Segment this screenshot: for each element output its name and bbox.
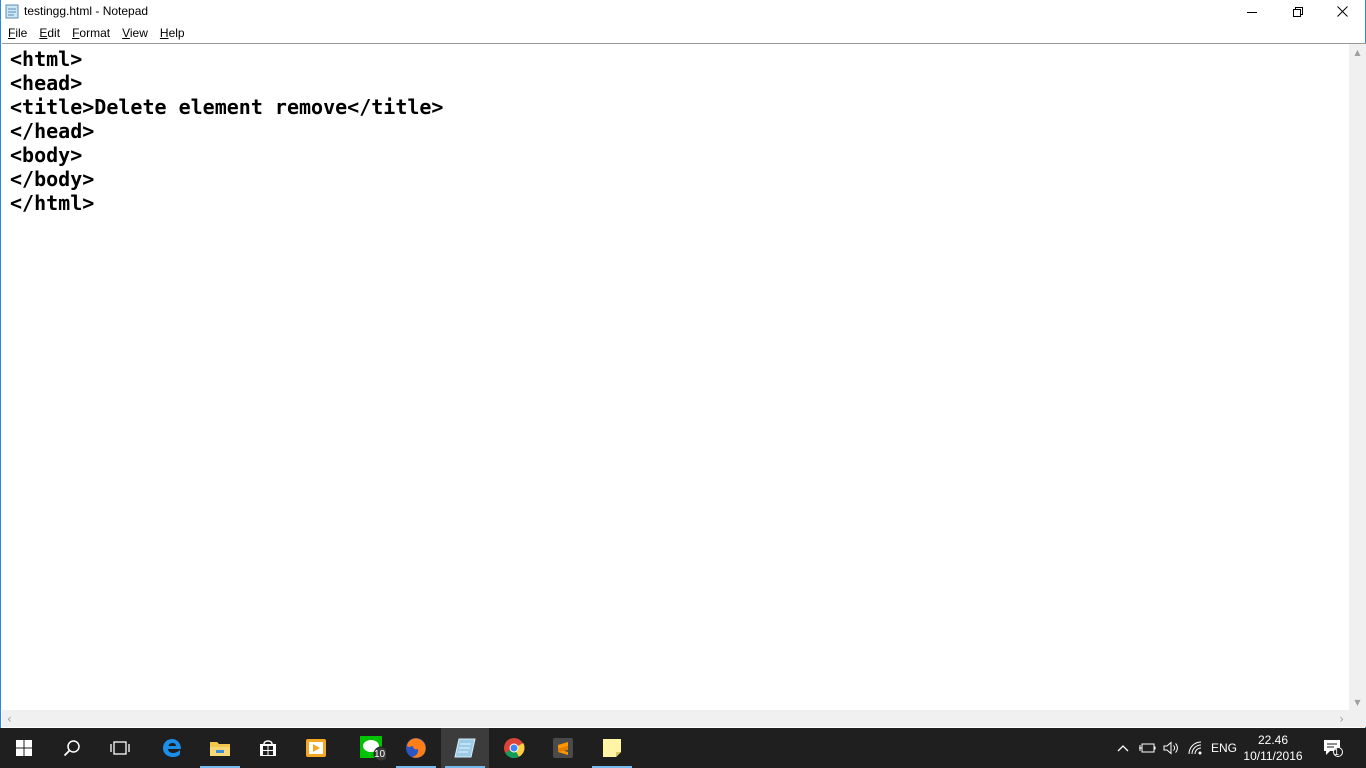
sublime-icon bbox=[553, 738, 573, 758]
power-button[interactable] bbox=[1136, 728, 1158, 768]
menu-view[interactable]: View bbox=[116, 24, 154, 42]
vertical-scrollbar[interactable]: ▲ ▼ bbox=[1349, 44, 1366, 711]
wifi-icon bbox=[1188, 741, 1202, 755]
file-explorer-button[interactable] bbox=[196, 728, 244, 768]
file-explorer-icon bbox=[210, 742, 230, 756]
search-icon bbox=[63, 740, 80, 757]
task-view-icon bbox=[110, 741, 130, 755]
window-title: testingg.html - Notepad bbox=[24, 4, 149, 18]
notepad-taskbar-button[interactable] bbox=[441, 728, 489, 768]
menu-file-label: ile bbox=[15, 26, 28, 40]
minimize-icon bbox=[1247, 11, 1257, 13]
menu-help[interactable]: Help bbox=[154, 24, 191, 42]
battery-plug-icon bbox=[1139, 743, 1156, 753]
media-player-button[interactable] bbox=[292, 728, 340, 768]
sticky-notes-button[interactable] bbox=[588, 728, 636, 768]
notification-count: 1 bbox=[1334, 747, 1340, 757]
notepad-icon bbox=[454, 738, 476, 758]
notepad-icon[interactable] bbox=[5, 4, 19, 19]
line-badge: 10 bbox=[374, 749, 386, 760]
show-hidden-icons-button[interactable] bbox=[1113, 728, 1133, 768]
menu-format-label: ormat bbox=[79, 26, 111, 40]
chevron-up-icon bbox=[1117, 745, 1129, 752]
scroll-right-icon[interactable]: › bbox=[1339, 712, 1344, 726]
start-button[interactable] bbox=[0, 728, 48, 768]
sticky-notes-icon bbox=[603, 739, 621, 757]
clock-date: 10/11/2016 bbox=[1243, 749, 1303, 763]
store-button[interactable] bbox=[244, 728, 292, 768]
clock[interactable]: 22.46 10/11/2016 bbox=[1238, 732, 1308, 764]
close-icon bbox=[1336, 6, 1348, 17]
clock-time: 22.46 bbox=[1257, 733, 1289, 747]
firefox-button[interactable] bbox=[392, 728, 440, 768]
restore-icon bbox=[1293, 6, 1303, 17]
editor-frame: <html> <head> <title>Delete element remo… bbox=[2, 43, 1366, 728]
text-editor[interactable]: <html> <head> <title>Delete element remo… bbox=[2, 44, 1350, 711]
firefox-icon bbox=[406, 738, 426, 758]
chrome-icon bbox=[504, 738, 525, 759]
taskbar: 10 ENG 22.46 10/11/2016 1 bbox=[0, 728, 1366, 768]
scrollbar-corner bbox=[1349, 710, 1366, 727]
menu-file[interactable]: File bbox=[2, 24, 33, 42]
edge-button[interactable] bbox=[148, 728, 196, 768]
scroll-down-icon[interactable]: ▼ bbox=[1353, 698, 1362, 707]
notepad-window: testingg.html - Notepad File Edit Format… bbox=[0, 0, 1366, 728]
scroll-left-icon[interactable]: ‹ bbox=[7, 712, 12, 726]
menu-edit-label: dit bbox=[47, 26, 61, 40]
sublime-button[interactable] bbox=[539, 728, 587, 768]
notification-icon bbox=[1324, 740, 1343, 757]
title-bar[interactable]: testingg.html - Notepad bbox=[1, 0, 1365, 23]
menu-format[interactable]: Format bbox=[66, 24, 116, 42]
menu-bar: File Edit Format View Help bbox=[1, 23, 1365, 43]
scroll-up-icon[interactable]: ▲ bbox=[1353, 48, 1362, 57]
volume-button[interactable] bbox=[1160, 728, 1182, 768]
line-button[interactable]: 10 bbox=[344, 728, 392, 768]
minimize-button[interactable] bbox=[1229, 0, 1275, 23]
close-button[interactable] bbox=[1319, 0, 1365, 23]
language-indicator[interactable]: ENG bbox=[1207, 728, 1241, 768]
restore-button[interactable] bbox=[1275, 0, 1321, 23]
speaker-icon bbox=[1163, 741, 1178, 755]
menu-help-mnemonic: H bbox=[159, 26, 169, 40]
menu-view-mnemonic: V bbox=[122, 26, 130, 40]
search-button[interactable] bbox=[48, 728, 96, 768]
action-center-button[interactable]: 1 bbox=[1318, 728, 1348, 768]
edge-icon bbox=[163, 739, 181, 757]
store-icon bbox=[260, 740, 276, 756]
menu-view-label: iew bbox=[129, 26, 148, 40]
menu-help-label: elp bbox=[168, 26, 185, 40]
task-view-button[interactable] bbox=[96, 728, 144, 768]
horizontal-scrollbar[interactable]: ‹ › bbox=[2, 710, 1349, 727]
chrome-button[interactable] bbox=[490, 728, 538, 768]
network-button[interactable] bbox=[1185, 728, 1207, 768]
menu-edit[interactable]: Edit bbox=[33, 24, 66, 42]
windows-logo-icon bbox=[16, 740, 32, 756]
media-player-icon bbox=[306, 739, 326, 757]
